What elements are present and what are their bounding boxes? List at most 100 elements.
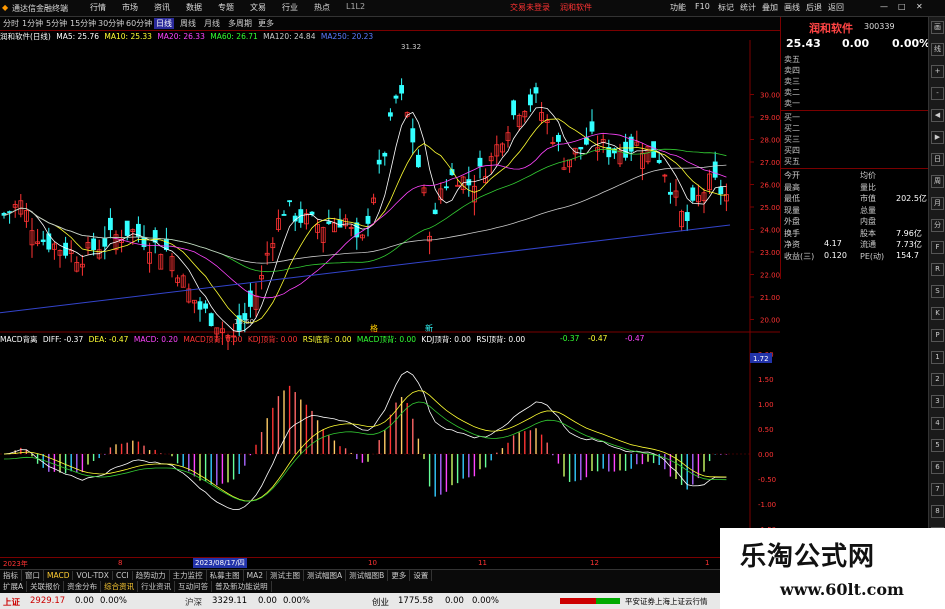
side-tool-button[interactable]: ◀ bbox=[931, 109, 944, 122]
trade-login-link[interactable]: 交易未登录 bbox=[510, 2, 550, 13]
return-button[interactable]: 返回 bbox=[828, 2, 844, 13]
menu-market[interactable]: 市场 bbox=[122, 2, 138, 13]
orderbook-buy3: 买三 bbox=[784, 134, 926, 145]
candle-body bbox=[208, 313, 214, 327]
tab-item[interactable]: 关联报价 bbox=[27, 581, 65, 592]
tab-item[interactable]: 测试主图 bbox=[267, 570, 305, 581]
candle-body bbox=[410, 128, 416, 143]
menu-topic[interactable]: 专题 bbox=[218, 2, 234, 13]
side-tool-button[interactable]: R bbox=[931, 263, 944, 276]
tab-item[interactable]: 测试幅图B bbox=[346, 570, 389, 581]
tab-item[interactable]: 窗口 bbox=[22, 570, 44, 581]
tab-item[interactable]: 综合资讯 bbox=[101, 581, 139, 592]
f10-button[interactable]: F10 bbox=[695, 2, 710, 11]
macd-indicator-name[interactable]: MACD背离 bbox=[0, 335, 37, 344]
minimize-icon[interactable]: — bbox=[880, 2, 888, 11]
stats-button[interactable]: 统计 bbox=[740, 2, 756, 13]
side-tool-button[interactable]: 分 bbox=[931, 219, 944, 232]
close-icon[interactable]: ✕ bbox=[916, 2, 923, 11]
tab-item[interactable]: 资金分布 bbox=[64, 581, 102, 592]
menu-quote[interactable]: 行情 bbox=[90, 2, 106, 13]
side-tool-button[interactable]: 1 bbox=[931, 351, 944, 364]
period-30min[interactable]: 30分钟 bbox=[98, 18, 124, 29]
draw-button[interactable]: 画线 bbox=[784, 2, 800, 13]
macd-axis-label: 1.50 bbox=[758, 376, 774, 384]
side-tool-button[interactable]: - bbox=[931, 87, 944, 100]
menu-industry[interactable]: 行业 bbox=[282, 2, 298, 13]
tab-item[interactable]: MACD bbox=[44, 571, 74, 580]
function-button[interactable]: 功能 bbox=[670, 2, 686, 13]
menu-data[interactable]: 数据 bbox=[186, 2, 202, 13]
side-tool-button[interactable]: 周 bbox=[931, 175, 944, 188]
tab-item[interactable]: MA2 bbox=[244, 571, 268, 580]
period-day[interactable]: 日线 bbox=[154, 18, 174, 29]
low-price-label: 18.60 bbox=[234, 318, 254, 326]
side-tool-button[interactable]: 8 bbox=[931, 505, 944, 518]
orderbook-buy4: 买四 bbox=[784, 145, 926, 156]
side-tool-button[interactable]: ▶ bbox=[931, 131, 944, 144]
quote-stock-code: 300339 bbox=[864, 22, 895, 31]
period-tick[interactable]: 分时 bbox=[3, 18, 19, 29]
period-15min[interactable]: 15分钟 bbox=[70, 18, 96, 29]
candle-body bbox=[393, 95, 399, 99]
orderbook-sell4: 卖四 bbox=[784, 65, 926, 76]
kline-chart[interactable]: 30.00 29.00 28.00 27.00 26.00 25.00 24.00 23.00… bbox=[0, 40, 780, 557]
period-multi[interactable]: 多周期 bbox=[228, 18, 252, 29]
menu-trade[interactable]: 文易 bbox=[250, 2, 266, 13]
side-tool-button[interactable]: 线 bbox=[931, 43, 944, 56]
period-month[interactable]: 月线 bbox=[204, 18, 220, 29]
side-tool-button[interactable]: 4 bbox=[931, 417, 944, 430]
candle-body bbox=[651, 141, 656, 158]
quote-stat-label: 量比 bbox=[860, 182, 876, 192]
candle-body bbox=[477, 157, 483, 167]
tab-item[interactable]: 普及新功能说明 bbox=[212, 581, 272, 592]
side-tool-button[interactable]: S bbox=[931, 285, 944, 298]
period-more[interactable]: 更多 bbox=[258, 18, 274, 29]
side-tool-button[interactable]: 6 bbox=[931, 461, 944, 474]
tab-item[interactable]: 扩展A bbox=[0, 581, 28, 592]
period-5min[interactable]: 5分钟 bbox=[46, 18, 67, 29]
side-tool-button[interactable]: + bbox=[931, 65, 944, 78]
quote-stat-row: 最低 市值 202.5亿 bbox=[784, 193, 927, 204]
side-tool-button[interactable]: F bbox=[931, 241, 944, 254]
tab-item[interactable]: CCI bbox=[113, 571, 133, 580]
side-tool-button[interactable]: 日 bbox=[931, 153, 944, 166]
macd-axis-label: -1.00 bbox=[758, 501, 776, 509]
back-button[interactable]: 后退 bbox=[806, 2, 822, 13]
tab-item[interactable]: 主力监控 bbox=[170, 570, 207, 581]
cy-index-label[interactable]: 创业 bbox=[372, 596, 389, 608]
sz-index-pct: 0.00% bbox=[283, 596, 311, 606]
tab-item[interactable]: 设置 bbox=[410, 570, 433, 581]
tab-item[interactable]: VOL-TDX bbox=[73, 571, 113, 580]
mark-button[interactable]: 标记 bbox=[718, 2, 734, 13]
sz-index-label[interactable]: 沪深 bbox=[185, 596, 202, 608]
menu-hot[interactable]: 热点 bbox=[314, 2, 330, 13]
tab-item[interactable]: 行业资讯 bbox=[138, 581, 176, 592]
tab-item[interactable]: 趋势动力 bbox=[133, 570, 170, 581]
side-tool-button[interactable]: K bbox=[931, 307, 944, 320]
price-axis-label: 20.00 bbox=[760, 317, 780, 325]
tab-item[interactable]: 更多 bbox=[388, 570, 411, 581]
side-tool-button[interactable]: 月 bbox=[931, 197, 944, 210]
menu-news[interactable]: 资讯 bbox=[154, 2, 170, 13]
side-tool-button[interactable]: 7 bbox=[931, 483, 944, 496]
tab-item[interactable]: 私募主图 bbox=[207, 570, 244, 581]
sh-index-label[interactable]: 上证 bbox=[3, 596, 20, 608]
candle-body bbox=[365, 215, 371, 224]
tab-item[interactable]: 互动问答 bbox=[175, 581, 213, 592]
overlay-button[interactable]: 叠加 bbox=[762, 2, 778, 13]
candle-body bbox=[281, 214, 287, 216]
brand-link[interactable]: 润和软件 bbox=[560, 2, 592, 13]
side-tool-button[interactable]: 5 bbox=[931, 439, 944, 452]
tab-item[interactable]: 指标 bbox=[0, 570, 22, 581]
period-1min[interactable]: 1分钟 bbox=[22, 18, 43, 29]
side-tool-button[interactable]: 3 bbox=[931, 395, 944, 408]
side-tool-button[interactable]: 2 bbox=[931, 373, 944, 386]
maximize-icon[interactable]: □ bbox=[898, 2, 906, 11]
side-tool-button[interactable]: P bbox=[931, 329, 944, 342]
side-tool-button[interactable]: 画 bbox=[931, 21, 944, 34]
period-week[interactable]: 周线 bbox=[180, 18, 196, 29]
macd-axis-label: 1.00 bbox=[758, 401, 774, 409]
tab-item[interactable]: 测试幅图A bbox=[304, 570, 347, 581]
period-60min[interactable]: 60分钟 bbox=[126, 18, 152, 29]
